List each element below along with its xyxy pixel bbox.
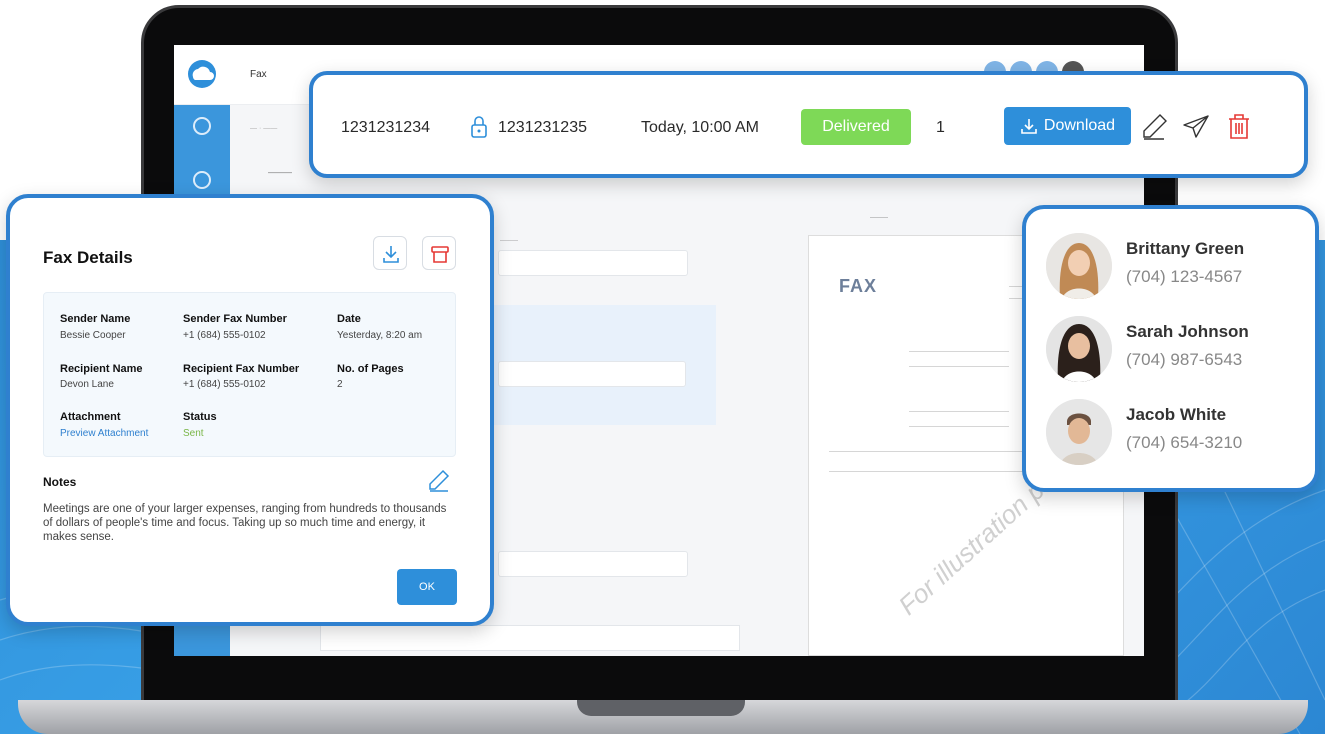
fax-cover-title: FAX [839, 276, 878, 296]
fax-row-card: 1231231234 1231231235 Today, 10:00 AM De… [309, 71, 1308, 178]
lock-icon [471, 116, 487, 138]
modal-title: Fax Details [43, 248, 133, 267]
from-number: 1231231234 [341, 119, 430, 136]
recipient-fax-label: Recipient Fax Number [183, 363, 300, 375]
modal-archive-button[interactable] [422, 236, 456, 270]
date-label: Date [337, 313, 361, 325]
fax-details-modal: Fax Details Sender Name Bessie Cooper Se… [6, 194, 494, 626]
date-value: Yesterday, 8:20 am [337, 330, 423, 341]
page-count: 1 [936, 119, 945, 136]
avatar [1046, 233, 1112, 299]
attachment-label: Attachment [60, 411, 121, 423]
notes-label: Notes [43, 475, 77, 489]
contacts-card: Brittany Green (704) 123-4567 Sarah John… [1022, 205, 1319, 492]
preview-heading: ——— [870, 215, 888, 221]
avatar [1046, 316, 1112, 382]
edit-notes-icon[interactable] [427, 468, 451, 492]
sender-name: Bessie Cooper [60, 330, 126, 341]
download-icon [383, 246, 399, 263]
contact-phone: (704) 123-4567 [1126, 267, 1243, 286]
fax-info-panel: Sender Name Bessie Cooper Sender Fax Num… [43, 292, 456, 457]
notes-text: Meetings are one of your larger expenses… [43, 503, 447, 543]
sender-fax: +1 (684) 555-0102 [183, 330, 266, 341]
contact-item[interactable]: Jacob White (704) 654-3210 [1046, 397, 1306, 467]
recipient-input[interactable] [498, 361, 686, 387]
to-number: 1231231235 [498, 119, 587, 136]
timestamp: Today, 10:00 AM [641, 119, 759, 136]
laptop-notch [577, 700, 745, 716]
avatar [1046, 399, 1112, 465]
sidebar-item-dashboard[interactable] [186, 117, 218, 157]
pages-label: No. of Pages [337, 363, 404, 375]
ok-button[interactable]: OK [397, 569, 457, 605]
recipient-fax: +1 (684) 555-0102 [183, 379, 266, 390]
recipient-name: Devon Lane [60, 379, 114, 390]
download-button[interactable]: Download [1004, 107, 1131, 145]
contact-item[interactable]: Brittany Green (704) 123-4567 [1046, 231, 1306, 301]
subject-input[interactable] [498, 551, 688, 577]
status-label: Status [183, 411, 217, 423]
download-icon [1021, 119, 1037, 134]
breadcrumb: — · —— [250, 125, 278, 132]
preview-attachment-link[interactable]: Preview Attachment [60, 428, 148, 439]
paper-plane-icon[interactable] [1181, 111, 1211, 141]
sender-name-label: Sender Name [60, 313, 131, 325]
trash-icon[interactable] [1224, 111, 1254, 141]
compose-title: ——— [268, 168, 292, 177]
download-label: Download [1043, 117, 1116, 134]
cloud-logo-icon [188, 60, 216, 88]
archive-icon [431, 246, 449, 263]
app-title: Fax [250, 69, 267, 80]
status-value: Sent [183, 428, 204, 439]
contact-phone: (704) 987-6543 [1126, 350, 1243, 369]
contact-name: Brittany Green [1126, 239, 1245, 258]
contact-phone: (704) 654-3210 [1126, 433, 1243, 452]
contact-name: Sarah Johnson [1126, 322, 1249, 341]
notes-input[interactable] [320, 625, 740, 651]
pages-value: 2 [337, 379, 343, 390]
contact-item[interactable]: Sarah Johnson (704) 987-6543 [1046, 314, 1306, 384]
modal-download-button[interactable] [373, 236, 407, 270]
recipient-name-label: Recipient Name [60, 363, 143, 375]
field-label: ——— [500, 238, 518, 244]
status-badge: Delivered [801, 109, 911, 145]
sender-fax-label: Sender Fax Number [183, 313, 287, 325]
contact-name: Jacob White [1126, 405, 1227, 424]
pencil-icon[interactable] [1140, 111, 1170, 141]
sender-select[interactable] [498, 250, 688, 276]
